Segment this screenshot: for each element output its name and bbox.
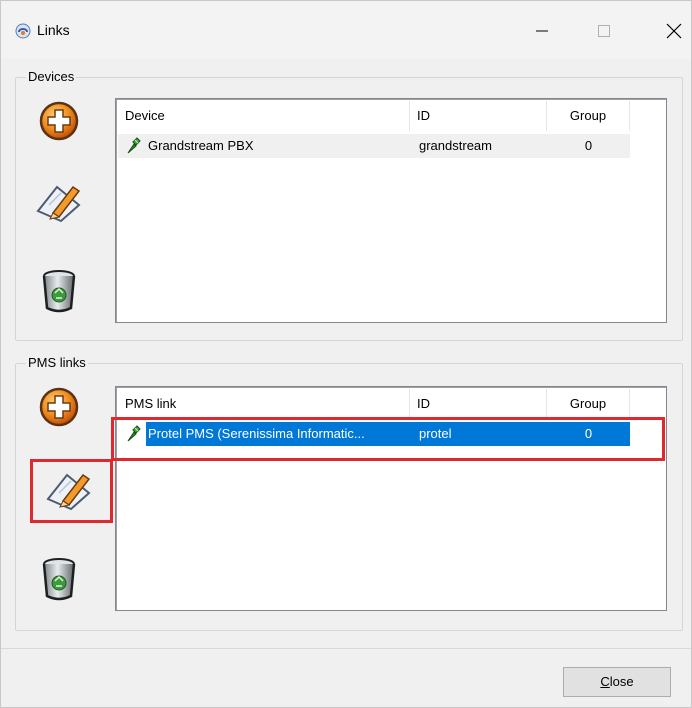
links-window: Links Devices Device ID Group Grandstrea… [0, 0, 692, 708]
close-button-label: lose [609, 674, 634, 689]
column-header-device[interactable]: Device [118, 101, 410, 131]
edit-icon [36, 185, 81, 223]
highlight-box-edit-button [30, 459, 113, 523]
device-name-cell: Grandstream PBX [148, 138, 254, 153]
add-icon [39, 387, 79, 427]
close-window-button[interactable] [651, 13, 692, 49]
devices-list-header: Device ID Group [118, 101, 630, 131]
trash-icon [42, 270, 76, 313]
close-icon [666, 23, 682, 39]
delete-pms-link-button[interactable] [27, 547, 91, 611]
pms-links-group-label: PMS links [26, 355, 88, 370]
pms-links-list-header: PMS link ID Group [118, 389, 630, 419]
maximize-button[interactable] [581, 13, 627, 49]
column-header-group[interactable]: Group [547, 389, 630, 419]
highlight-box-selected-row [111, 417, 665, 461]
add-icon [39, 101, 79, 141]
device-id-cell: grandstream [419, 138, 492, 153]
table-row[interactable]: Grandstream PBX grandstream 0 [118, 134, 630, 158]
links-app-icon [15, 23, 31, 39]
delete-device-button[interactable] [27, 259, 91, 323]
maximize-icon [598, 25, 610, 37]
add-pms-link-button[interactable] [27, 375, 91, 439]
minimize-button[interactable] [519, 13, 565, 49]
close-button-mnemonic: C [600, 674, 610, 689]
column-header-pms-link[interactable]: PMS link [118, 389, 410, 419]
devices-list[interactable]: Device ID Group Grandstream PBX grandstr… [115, 98, 667, 323]
devices-group-label: Devices [26, 69, 77, 84]
column-header-group[interactable]: Group [547, 101, 630, 131]
device-group-cell: 0 [584, 138, 593, 153]
footer-divider [1, 648, 691, 649]
window-title: Links [37, 22, 70, 38]
trash-icon [42, 558, 76, 601]
close-button[interactable]: Close [563, 667, 671, 697]
minimize-icon [536, 30, 548, 32]
column-header-id[interactable]: ID [410, 389, 547, 419]
column-header-id[interactable]: ID [410, 101, 547, 131]
edit-device-button[interactable] [27, 171, 91, 235]
add-device-button[interactable] [27, 89, 91, 153]
title-bar: Links [1, 1, 691, 59]
